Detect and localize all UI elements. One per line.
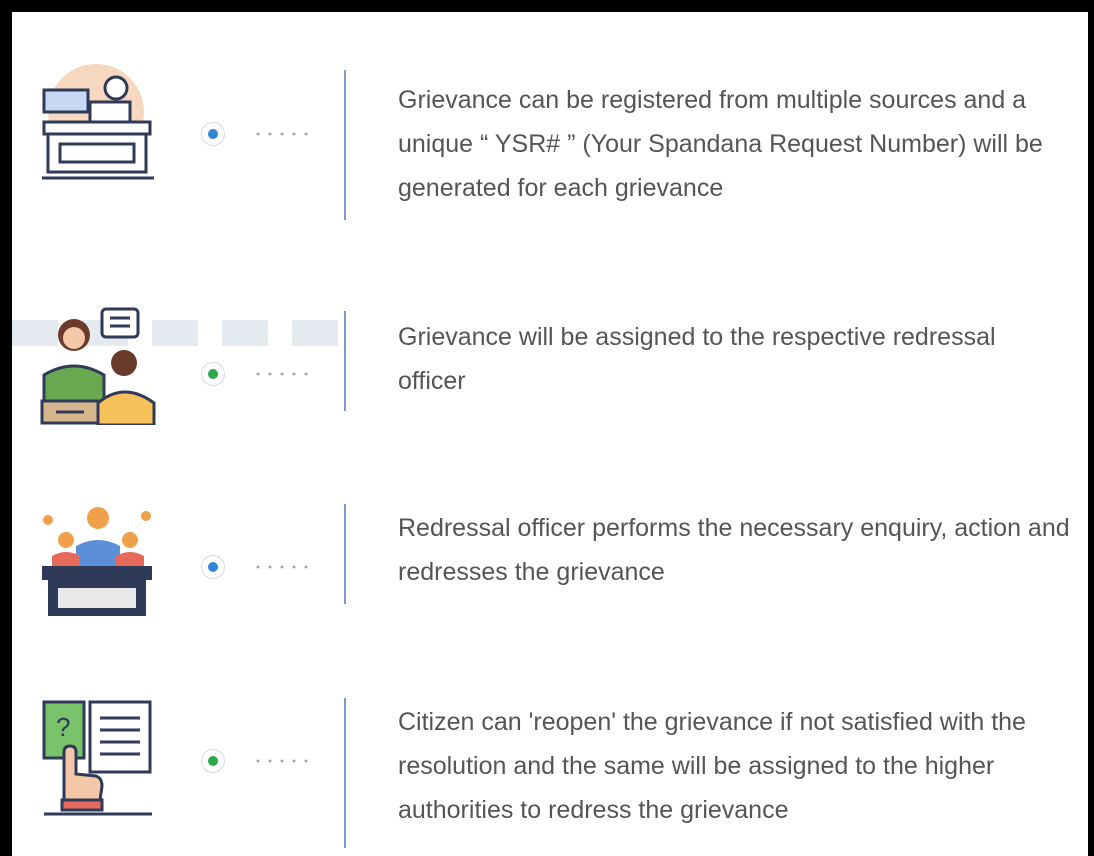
timeline-divider xyxy=(344,698,346,848)
dotted-connector xyxy=(252,758,312,764)
officer-assignment-icon xyxy=(38,305,158,427)
timeline-divider xyxy=(344,504,346,604)
step-text: Grievance can be registered from multipl… xyxy=(398,86,1043,202)
registration-desk-icon xyxy=(38,60,158,180)
timeline-dot xyxy=(202,123,224,145)
timeline-dot xyxy=(202,556,224,578)
step-text: Citizen can 'reopen' the grievance if no… xyxy=(398,708,1026,824)
dotted-connector xyxy=(252,564,312,570)
enquiry-meeting-icon xyxy=(38,500,158,620)
timeline-divider xyxy=(344,70,346,220)
step-4: ? Citizen can 'reopen' the grievance if … xyxy=(12,690,1088,850)
reopen-document-icon: ? xyxy=(38,696,158,816)
step-text: Redressal officer performs the necessary… xyxy=(398,514,1070,586)
svg-text:?: ? xyxy=(56,712,70,742)
dotted-connector xyxy=(252,371,312,377)
timeline-dot xyxy=(202,363,224,385)
step-1: Grievance can be registered from multipl… xyxy=(12,60,1088,230)
step-3: Redressal officer performs the necessary… xyxy=(12,500,1088,620)
step-2: Grievance will be assigned to the respec… xyxy=(12,305,1088,435)
dotted-connector xyxy=(252,131,312,137)
timeline-dot xyxy=(202,750,224,772)
step-text: Grievance will be assigned to the respec… xyxy=(398,323,996,395)
timeline-divider xyxy=(344,311,346,411)
